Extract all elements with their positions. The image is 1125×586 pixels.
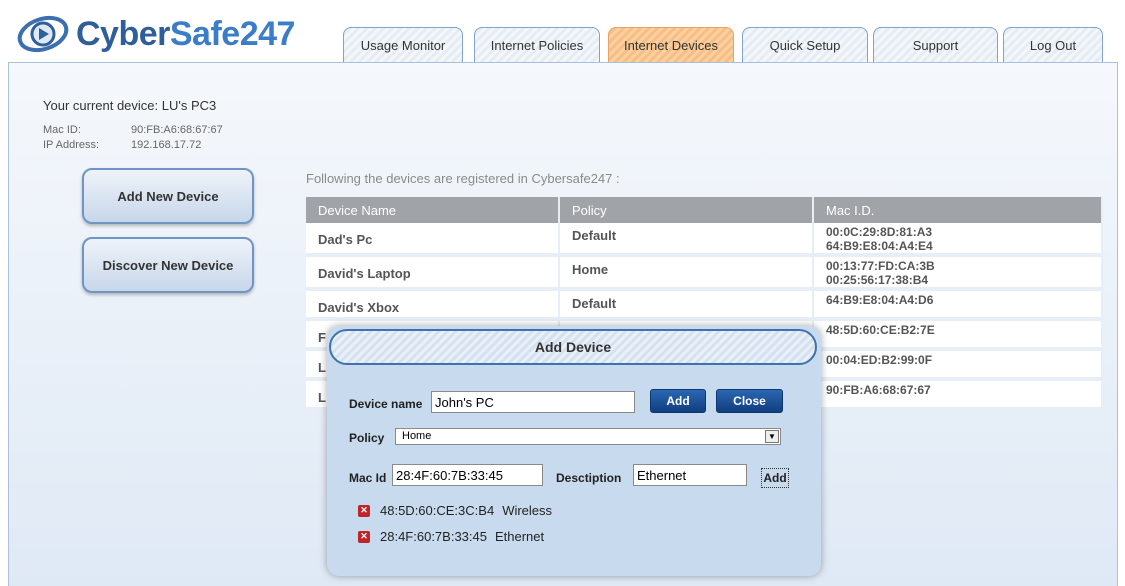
table-header-row: Device Name Policy Mac I.D.	[306, 197, 1103, 223]
policy-cell: Home	[559, 255, 814, 291]
mac-list-item: ✕ 48:5D:60:CE:3C:B4 Wireless	[358, 503, 552, 518]
device-name-input[interactable]	[431, 391, 635, 413]
delete-icon[interactable]: ✕	[358, 530, 370, 543]
mac-cell: 48:5D:60:CE:B2:7E	[813, 319, 1103, 351]
tab-support[interactable]: Support	[873, 27, 998, 62]
description-label: Desctiption	[556, 471, 622, 485]
brand-name: CyberSafe247	[76, 15, 295, 54]
mac-value: 00:25:56:17:38:B4	[826, 273, 929, 287]
tab-usage-monitor[interactable]: Usage Monitor	[343, 27, 463, 62]
ip-address-value: 192.168.17.72	[131, 139, 202, 151]
mac-entry-description: Wireless	[502, 503, 553, 518]
table-row[interactable]: Dad's Pc Default 00:0C:29:8D:81:A3 64:B9:…	[306, 223, 1103, 257]
add-mac-button[interactable]: Add	[761, 468, 789, 488]
policy-label: Policy	[349, 431, 385, 445]
device-name-label: Device name	[349, 397, 423, 411]
ip-address-label: IP Address:	[43, 139, 100, 151]
add-button[interactable]: Add	[650, 389, 706, 413]
mac-value: 64:B9:E8:04:A4:E4	[826, 239, 933, 253]
mac-list-item: ✕ 28:4F:60:7B:33:45 Ethernet	[358, 529, 544, 544]
discover-new-device-button[interactable]: Discover New Device	[82, 237, 254, 293]
mac-id-input[interactable]	[392, 464, 543, 486]
table-row[interactable]: David's Laptop Home 00:13:77:FD:CA:3B 00:…	[306, 255, 1103, 291]
mac-cell: 90:FB:A6:68:67:67	[813, 379, 1103, 411]
description-input[interactable]	[633, 464, 747, 486]
top-bar: CyberSafe247 Usage Monitor Internet Poli…	[0, 0, 1125, 62]
devices-caption: Following the devices are registered in …	[306, 171, 620, 186]
column-header-device-name: Device Name	[306, 197, 560, 223]
brand-name-part1: Cyber	[76, 14, 170, 53]
mac-cell: 00:13:77:FD:CA:3B 00:25:56:17:38:B4	[813, 255, 1103, 291]
mac-cell: 00:04:ED:B2:99:0F	[813, 349, 1103, 381]
mac-value: 64:B9:E8:04:A4:D6	[826, 293, 934, 307]
mac-id-label: Mac Id	[349, 471, 387, 485]
dialog-title: Add Device	[329, 329, 817, 365]
close-button[interactable]: Close	[716, 389, 783, 413]
mac-id-row: Mac ID: 90:FB:A6:68:67:67	[43, 124, 223, 136]
logo-swoosh-icon	[16, 14, 70, 54]
delete-icon[interactable]: ✕	[358, 504, 370, 517]
brand-logo: CyberSafe247	[16, 14, 295, 54]
current-device-text: Your current device: LU's PC3	[43, 98, 217, 113]
mac-cell: 64:B9:E8:04:A4:D6	[813, 289, 1103, 321]
mac-entry-address: 48:5D:60:CE:3C:B4	[380, 503, 495, 518]
chevron-down-icon[interactable]: ▼	[765, 430, 779, 443]
mac-id-value: 90:FB:A6:68:67:67	[131, 124, 223, 136]
table-row[interactable]: David's Xbox Default 64:B9:E8:04:A4:D6	[306, 289, 1103, 321]
device-name-cell: David's Laptop	[306, 255, 560, 291]
mac-value: 00:04:ED:B2:99:0F	[826, 353, 933, 367]
mac-value: 90:FB:A6:68:67:67	[826, 383, 931, 397]
mac-cell: 00:0C:29:8D:81:A3 64:B9:E8:04:A4:E4	[813, 223, 1103, 257]
policy-select[interactable]: Home ▼	[395, 428, 781, 445]
mac-value: 00:13:77:FD:CA:3B	[826, 259, 935, 273]
device-name-cell: David's Xbox	[306, 289, 560, 321]
brand-name-part2: Safe247	[169, 14, 296, 53]
mac-entry-address: 28:4F:60:7B:33:45	[380, 529, 487, 544]
policy-cell: Default	[559, 223, 814, 257]
tab-internet-devices[interactable]: Internet Devices	[608, 27, 734, 62]
add-new-device-button[interactable]: Add New Device	[82, 168, 254, 224]
column-header-policy: Policy	[559, 197, 814, 223]
mac-value: 48:5D:60:CE:B2:7E	[826, 323, 935, 337]
policy-selected-value: Home	[402, 430, 432, 442]
column-header-mac-id: Mac I.D.	[813, 197, 1103, 223]
tab-internet-policies[interactable]: Internet Policies	[474, 27, 600, 62]
tab-quick-setup[interactable]: Quick Setup	[742, 27, 868, 62]
tab-log-out[interactable]: Log Out	[1003, 27, 1103, 62]
mac-value: 00:0C:29:8D:81:A3	[826, 225, 933, 239]
mac-entry-description: Ethernet	[494, 529, 545, 544]
mac-id-label: Mac ID:	[43, 124, 81, 136]
policy-cell: Default	[559, 289, 814, 321]
ip-address-row: IP Address: 192.168.17.72	[43, 139, 201, 151]
device-name-cell: Dad's Pc	[306, 223, 560, 257]
